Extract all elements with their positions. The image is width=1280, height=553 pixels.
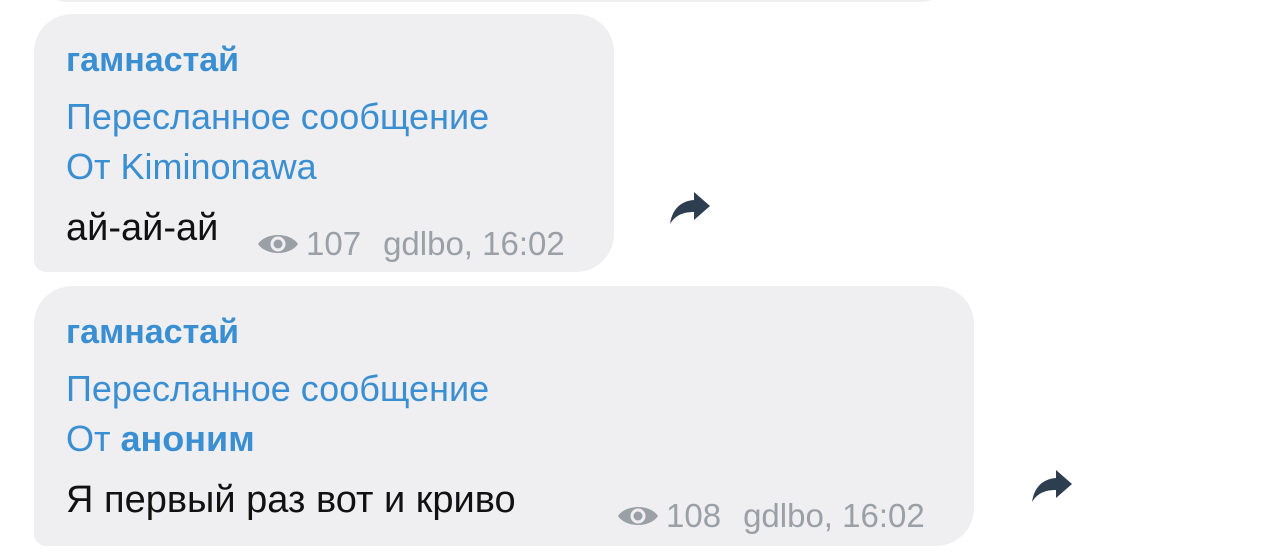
- share-arrow-icon[interactable]: [1030, 468, 1074, 506]
- signature-time: gdlbo, 16:02: [383, 225, 565, 262]
- previous-message-bubble: [34, 0, 954, 2]
- message-text: Я первый раз вот и криво: [66, 479, 516, 521]
- share-arrow-icon[interactable]: [668, 190, 712, 228]
- forwarded-from-prefix: От: [66, 146, 111, 187]
- signature-time: gdlbo, 16:02: [743, 497, 925, 534]
- sender-name[interactable]: гамнастай: [66, 312, 239, 352]
- view-count: 108: [666, 497, 722, 534]
- forwarded-author[interactable]: Kiminonawa: [121, 146, 317, 187]
- forwarded-label: Пересланное сообщение: [66, 368, 490, 409]
- message-bubble[interactable]: гамнастай Пересланное сообщение От анони…: [34, 286, 974, 546]
- message-text: ай-ай-ай: [66, 207, 219, 249]
- sender-name[interactable]: гамнастай: [66, 40, 239, 80]
- eye-icon: [258, 235, 298, 253]
- forwarded-from[interactable]: От Kiminonawa: [66, 146, 317, 188]
- forwarded-from-prefix: От: [66, 418, 111, 459]
- forwarded-author[interactable]: аноним: [121, 418, 255, 459]
- message-bubble[interactable]: гамнастай Пересланное сообщение От Kimin…: [34, 14, 614, 272]
- forwarded-label: Пересланное сообщение: [66, 96, 490, 137]
- message-meta: 108 gdlbo, 16:02: [616, 496, 925, 536]
- forwarded-from[interactable]: От аноним: [66, 418, 255, 460]
- message-meta: 107 gdlbo, 16:02: [256, 224, 565, 264]
- view-count: 107: [306, 225, 362, 262]
- eye-icon: [618, 507, 658, 525]
